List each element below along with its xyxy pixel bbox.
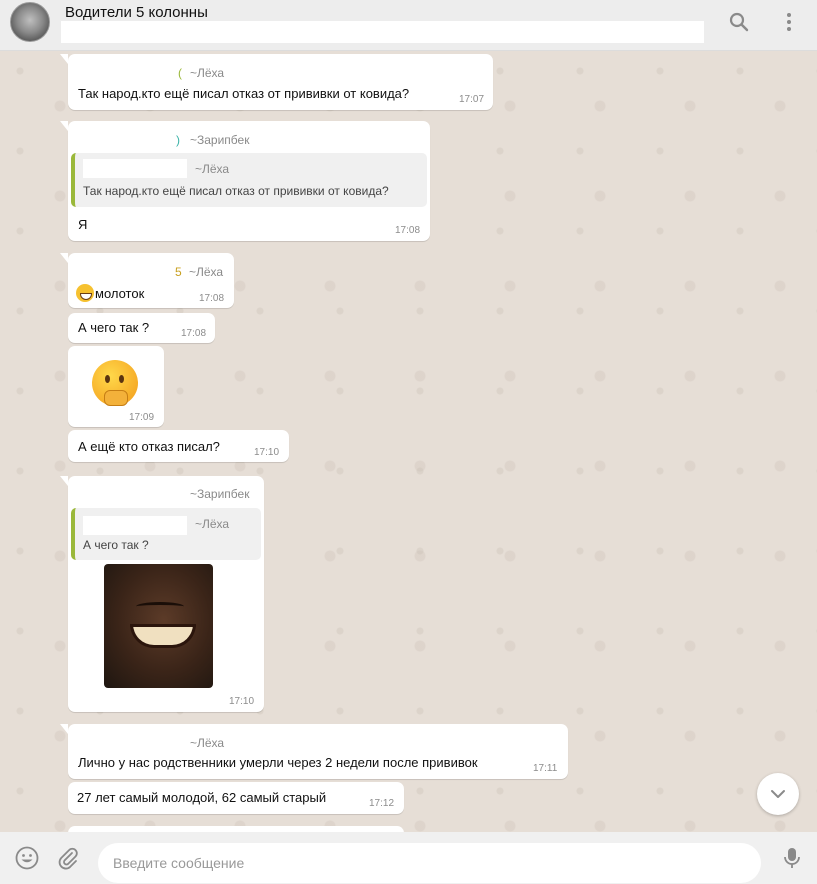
quote-name-placeholder <box>83 516 187 535</box>
sender-color-mark: 5 <box>175 265 182 279</box>
message-bubble[interactable]: 17:09 <box>68 346 164 427</box>
laughing-man-photo[interactable] <box>104 564 213 688</box>
group-avatar[interactable] <box>10 2 50 42</box>
message-time: 17:09 <box>129 412 155 423</box>
chat-header: Водители 5 колонны <box>0 0 817 51</box>
message-input[interactable] <box>98 843 761 883</box>
message-time: 17:10 <box>229 696 255 707</box>
quote-text: Так народ.кто ещё писал отказ от прививк… <box>83 184 389 198</box>
message-sender[interactable]: ~Лёха <box>190 736 224 750</box>
scroll-to-bottom-button[interactable] <box>757 773 799 815</box>
more-vertical-icon[interactable] <box>777 10 801 34</box>
grinning-face-icon <box>76 284 94 302</box>
paperclip-icon[interactable] <box>55 845 81 871</box>
chevron-down-icon <box>771 790 785 798</box>
message-sender[interactable]: ~Лёха <box>189 265 223 279</box>
message-time: 17:11 <box>533 763 558 774</box>
message-text: А чего так ? <box>78 320 150 335</box>
chat-subtitle <box>61 21 704 43</box>
message-time: 17:12 <box>369 798 395 809</box>
sender-color-mark: ( <box>178 66 182 80</box>
message-bubble[interactable]: ~Лёха Лично у нас родственники умерли че… <box>60 724 568 779</box>
message-text: Лично у нас родственники умерли через 2 … <box>78 755 478 770</box>
chat-title[interactable]: Водители 5 колонны <box>65 4 208 21</box>
message-text: молоток <box>76 284 144 302</box>
message-list[interactable]: ( ~Лёха Так народ.кто ещё писал отказ от… <box>0 51 817 832</box>
microphone-icon[interactable] <box>779 845 805 871</box>
quote-sender: ~Лёха <box>195 517 230 531</box>
message-time: 17:08 <box>395 225 421 236</box>
sender-color-mark: ) <box>176 133 180 147</box>
message-time: 17:10 <box>254 447 280 458</box>
message-bubble[interactable]: А чего так ? 17:08 <box>68 313 215 343</box>
message-sender[interactable]: ~Лёха <box>190 66 224 80</box>
message-sender[interactable]: ~Зарипбек <box>190 487 249 501</box>
message-text: 27 лет самый молодой, 62 самый старый <box>77 790 327 805</box>
thinking-face-icon[interactable] <box>92 360 138 406</box>
message-sender[interactable]: ~Зарипбек <box>190 133 249 147</box>
emoji-icon[interactable] <box>14 845 40 871</box>
message-bubble[interactable]: ~Зарипбек ~Лёха А чего так ? 17:10 <box>60 476 264 712</box>
message-time: 17:07 <box>459 94 485 105</box>
quoted-message[interactable]: ~Лёха А чего так ? <box>71 508 261 560</box>
message-bubble[interactable]: ( ~Лёха Так народ.кто ещё писал отказ от… <box>60 54 493 110</box>
message-text: Я <box>78 217 88 232</box>
message-text: Так народ.кто ещё писал отказ от прививк… <box>78 86 410 101</box>
message-time: 17:08 <box>181 328 207 339</box>
quote-text: А чего так ? <box>83 538 149 552</box>
search-icon[interactable] <box>727 10 751 34</box>
message-bubble[interactable]: ) ~Зарипбек ~Лёха Так народ.кто ещё писа… <box>60 121 430 241</box>
message-bubble[interactable]: 27 лет самый молодой, 62 самый старый 17… <box>68 782 404 814</box>
quote-sender: ~Лёха <box>195 162 230 176</box>
quote-name-placeholder <box>83 159 187 178</box>
message-bubble[interactable]: А ещё кто отказ писал? 17:10 <box>68 430 289 462</box>
message-bubble[interactable]: 5 ~Лёха молоток 17:08 <box>60 253 234 308</box>
message-text: А ещё кто отказ писал? <box>78 439 220 454</box>
message-time: 17:08 <box>199 293 225 304</box>
quoted-message[interactable]: ~Лёха Так народ.кто ещё писал отказ от п… <box>71 153 427 207</box>
